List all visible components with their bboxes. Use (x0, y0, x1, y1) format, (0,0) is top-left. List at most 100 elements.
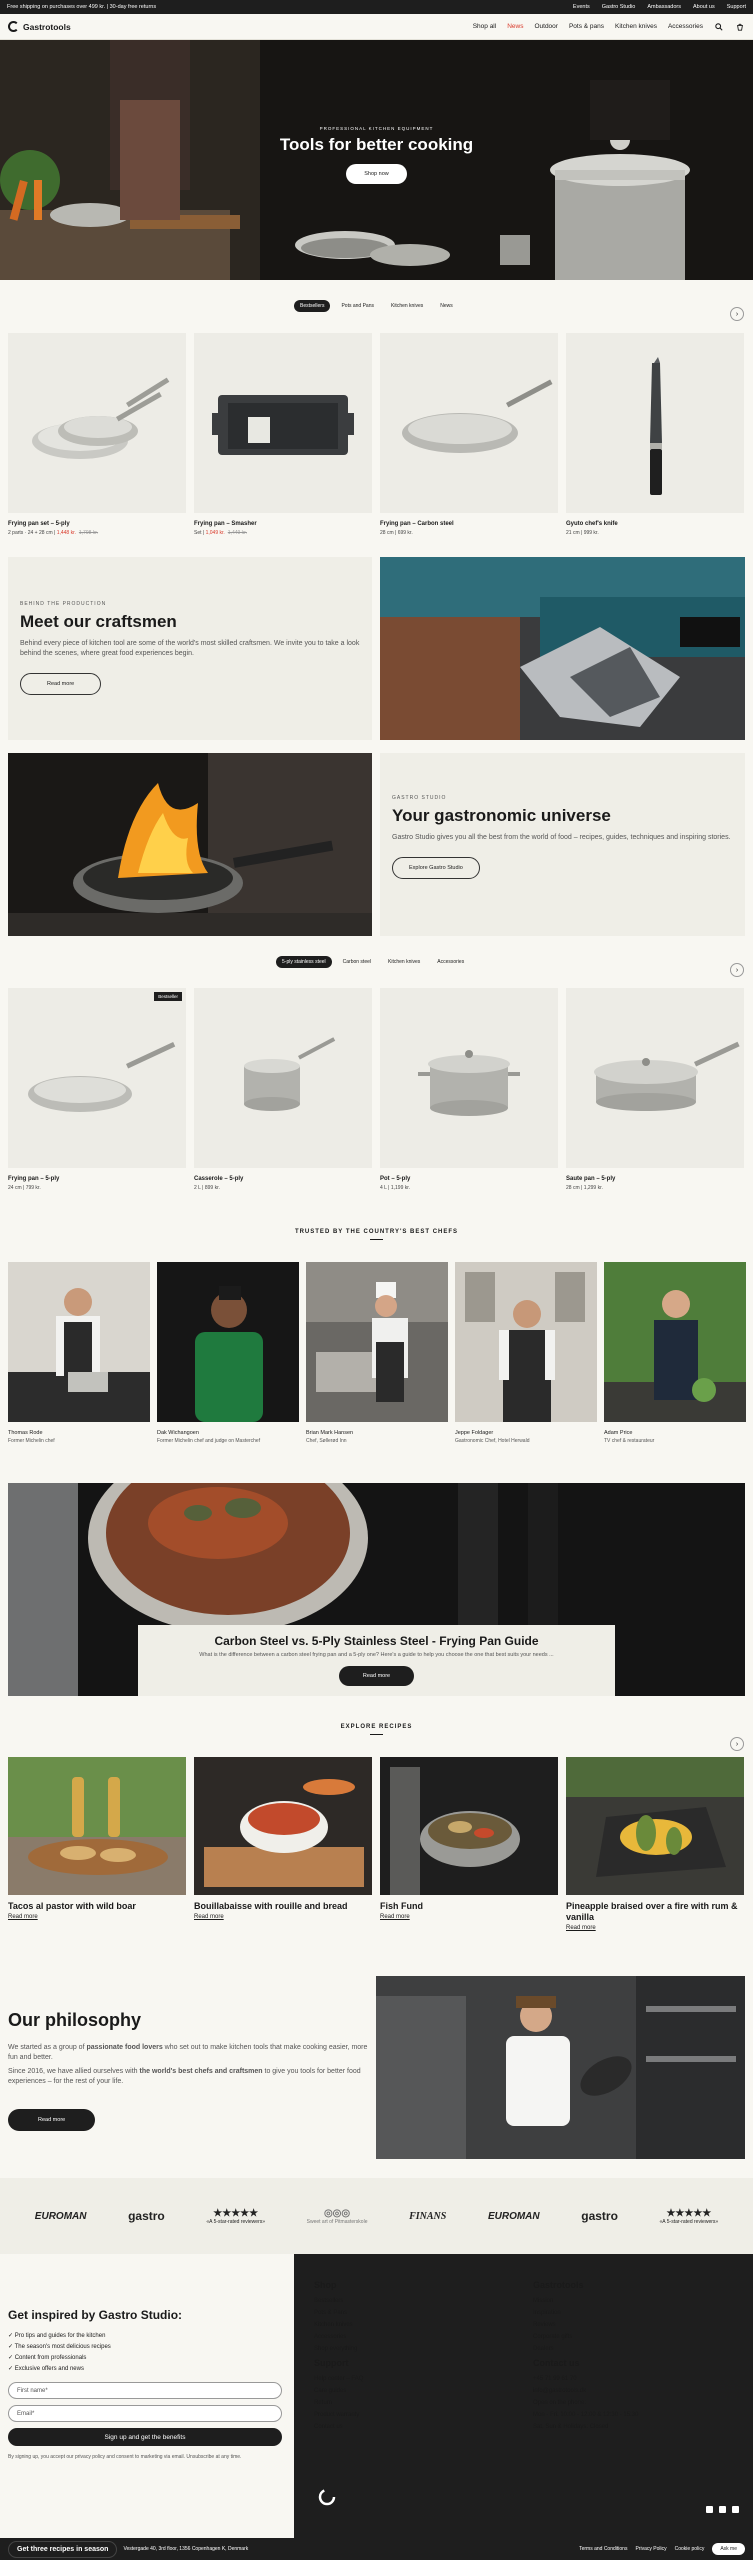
footer-link[interactable]: Dealers (533, 2346, 743, 2352)
email-field[interactable]: Email* (8, 2405, 282, 2422)
product-card[interactable]: Casserole – 5-ply 2 L | 899 kr. (194, 988, 372, 1191)
hero-shop-button[interactable]: Shop now (346, 164, 407, 184)
footer-link[interactable]: Help center – FAQ (314, 2376, 514, 2382)
product-card[interactable]: Frying pan set – 5-ply 2 parts · 24 + 28… (8, 333, 186, 536)
recipe-image (194, 1757, 372, 1895)
product-card[interactable]: Pot – 5-ply 4 L | 1,199 kr. (380, 988, 558, 1191)
nav-pots-pans[interactable]: Pots & pans (569, 23, 604, 30)
chef-role: Gastronomic Chef, Hotel Herwald (455, 1438, 530, 1444)
facebook-icon[interactable] (719, 2506, 726, 2513)
nav-accessories[interactable]: Accessories (668, 23, 703, 30)
footer-link[interactable]: Shop everything (314, 2346, 514, 2352)
footer-link[interactable]: Return (314, 2400, 514, 2406)
first-name-field[interactable]: First name* (8, 2382, 282, 2399)
product-card[interactable]: Bestseller Frying pan – 5-ply 24 cm | 79… (8, 988, 186, 1191)
email-link[interactable]: info@gastrotools.dk (533, 2388, 743, 2394)
product-card[interactable]: Gyuto chef's knife 21 cm | 999 kr. (566, 333, 744, 536)
carousel-next-button[interactable]: › (730, 307, 744, 321)
chef-role: Former Michelin chef (8, 1438, 55, 1444)
tab-pots-pans[interactable]: Pots and Pans (335, 300, 380, 312)
product-name: Casserole – 5-ply (194, 1176, 244, 1182)
nav-shop-all[interactable]: Shop all (473, 23, 497, 30)
product-card[interactable]: Saute pan – 5-ply 28 cm | 1,299 kr. (566, 988, 744, 1191)
recipe-card[interactable]: Pineapple braised over a fire with rum &… (566, 1757, 744, 1931)
hero-banner: PROFESSIONAL KITCHEN EQUIPMENT Tools for… (0, 40, 753, 280)
footer-link[interactable]: Inspiration (533, 2310, 743, 2316)
chef-card[interactable]: Thomas Rode Former Michelin chef (8, 1262, 150, 1444)
studio-explore-button[interactable]: Explore Gastro Studio (392, 857, 480, 879)
legal-link-privacy[interactable]: Privacy Policy (635, 2546, 666, 2552)
legal-link-terms[interactable]: Terms and Conditions (579, 2546, 627, 2552)
product-card[interactable]: Frying pan – Smasher Set | 1,049 kr. 1,44… (194, 333, 372, 536)
chef-role: TV chef & restaurateur (604, 1438, 655, 1444)
cart-icon[interactable] (735, 22, 745, 32)
recipe-card[interactable]: Tacos al pastor with wild boar Read more (8, 1757, 186, 1920)
footer-link[interactable]: Care guides (314, 2388, 514, 2394)
footer-link[interactable]: Corporate gifts (533, 2334, 743, 2340)
carousel-next-button[interactable]: › (730, 963, 744, 977)
tab-news[interactable]: News (434, 300, 459, 312)
chef-card[interactable]: Adam Price TV chef & restaurateur (604, 1262, 746, 1444)
topbar-link-support[interactable]: Support (727, 4, 746, 10)
tab-kitchen-knives-2[interactable]: Kitchen knives (382, 956, 426, 968)
instagram-icon[interactable] (706, 2506, 713, 2513)
philosophy-read-more-button[interactable]: Read more (8, 2109, 96, 2131)
footer-link[interactable]: Accessories (314, 2334, 514, 2340)
promo-pill[interactable]: Get three recipes in season (8, 2540, 118, 2558)
topbar-link-events[interactable]: Events (573, 4, 590, 10)
press-logo: ◎◎◎ Sweet art of Pitmasterskole (307, 2208, 368, 2225)
tab-carbon-steel[interactable]: Carbon steel (337, 956, 377, 968)
topbar-link-ambassadors[interactable]: Ambassadors (647, 4, 681, 10)
recipe-card[interactable]: Fish Fund Read more (380, 1757, 558, 1920)
tab-accessories[interactable]: Accessories (431, 956, 470, 968)
press-logo-name: EUROMAN (487, 2210, 540, 2222)
topbar-link-about[interactable]: About us (693, 4, 715, 10)
title-divider (370, 1239, 383, 1240)
footer-link[interactable]: Product warranty (314, 2412, 514, 2418)
philosophy-image (376, 1976, 745, 2159)
tab-5-ply[interactable]: 5-ply stainless steel (276, 956, 332, 968)
product-name: Frying pan – Smasher (194, 521, 257, 527)
chef-card[interactable]: Jeppe Foldager Gastronomic Chef, Hotel H… (455, 1262, 597, 1444)
footer-contact-title: Contact us (533, 2358, 580, 2368)
footer-link[interactable]: Reviews (533, 2322, 743, 2328)
press-logo: gastro (581, 2209, 618, 2223)
product-name: Frying pan – Carbon steel (380, 521, 454, 527)
chef-photo (306, 1262, 448, 1422)
main-nav: Gastrotools Shop all News Outdoor Pots &… (0, 14, 753, 40)
chef-role: Former Michelin chef and judge on Master… (157, 1438, 261, 1444)
recipe-read-more-link[interactable]: Read more (380, 1914, 558, 1920)
recipe-read-more-link[interactable]: Read more (194, 1914, 372, 1920)
product-image (380, 988, 558, 1168)
recipe-read-more-link[interactable]: Read more (8, 1914, 186, 1920)
footer-link[interactable]: Contact us (314, 2424, 514, 2430)
footer-link[interactable]: Mission (533, 2298, 743, 2304)
chef-card[interactable]: Brian Mark Hansen Chef, Søllerød Inn (306, 1262, 448, 1444)
nav-outdoor[interactable]: Outdoor (534, 23, 558, 30)
nav-news[interactable]: News (507, 23, 523, 30)
tab-kitchen-knives[interactable]: Kitchen knives (385, 300, 429, 312)
footer-link[interactable]: Bestsellers (314, 2298, 514, 2304)
guide-read-more-button[interactable]: Read more (338, 1666, 415, 1686)
brand-logo[interactable]: Gastrotools (8, 21, 71, 32)
linkedin-icon[interactable] (732, 2506, 739, 2513)
legal-link-cookies[interactable]: Cookie policy (675, 2546, 705, 2552)
chat-button[interactable]: Ask me (712, 2543, 745, 2555)
product-image (566, 333, 744, 513)
footer-link[interactable]: Kitchen knives (314, 2322, 514, 2328)
footer-link[interactable]: Pots & Pans (314, 2310, 514, 2316)
chef-card[interactable]: Dak Wichangoen Former Michelin chef and … (157, 1262, 299, 1444)
topbar-link-gastro-studio[interactable]: Gastro Studio (602, 4, 636, 10)
recipe-card[interactable]: Bouillabaisse with rouille and bread Rea… (194, 1757, 372, 1920)
search-icon[interactable] (714, 22, 724, 32)
recipe-read-more-link[interactable]: Read more (566, 1925, 744, 1931)
phone-link[interactable]: +45 71 99 61 70 (533, 2376, 743, 2382)
product-name: Saute pan – 5-ply (566, 1176, 616, 1182)
newsletter-submit-button[interactable]: Sign up and get the benefits (8, 2428, 282, 2446)
tab-bestsellers[interactable]: Bestsellers (294, 300, 331, 312)
footer-logo-icon[interactable] (318, 2488, 336, 2506)
product-card[interactable]: Frying pan – Carbon steel 28 cm | 699 kr… (380, 333, 558, 536)
nav-kitchen-knives[interactable]: Kitchen knives (615, 23, 657, 30)
craftsmen-read-more-button[interactable]: Read more (20, 673, 102, 695)
carousel-next-button[interactable]: › (730, 1737, 744, 1751)
